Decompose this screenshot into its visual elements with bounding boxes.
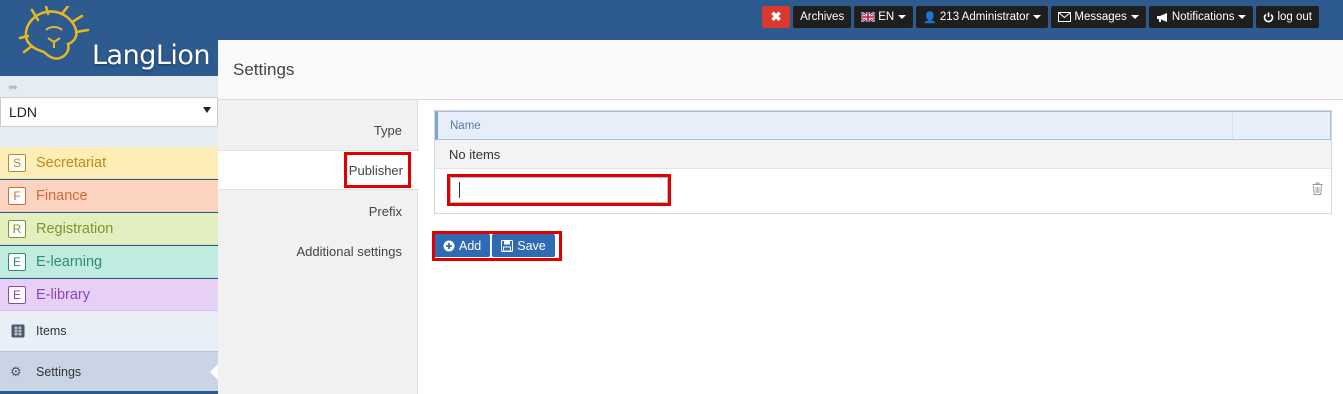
- subnav-item-type[interactable]: Type: [374, 123, 402, 138]
- settings-subnav: Type Publisher Prefix Additional setting…: [218, 100, 419, 394]
- sidebar: ⬌ LDN S Secretariat F Finance R Registra…: [0, 40, 218, 394]
- top-toolbar: ✖ Archives EN 👤 213 Administrator Message…: [762, 6, 1319, 28]
- chevron-down-icon: [203, 107, 211, 113]
- subnav-item-prefix[interactable]: Prefix: [369, 204, 402, 219]
- subnav-item-additional-settings[interactable]: Additional settings: [296, 244, 402, 259]
- archives-button[interactable]: Archives: [793, 6, 852, 28]
- chevron-down-icon: [898, 15, 907, 19]
- user-menu[interactable]: 👤 213 Administrator: [916, 6, 1049, 28]
- chevron-down-icon: [1238, 15, 1247, 19]
- publisher-table: Name No items: [434, 110, 1332, 214]
- pin-icon[interactable]: ⬌: [8, 80, 18, 94]
- module-secretariat[interactable]: S Secretariat: [0, 147, 218, 179]
- gear-icon: ⚙: [10, 363, 22, 379]
- lion-logo-icon: [18, 6, 90, 60]
- chevron-down-icon: [1130, 15, 1139, 19]
- grid-icon: [11, 324, 25, 338]
- user-icon: 👤: [923, 11, 937, 24]
- chevron-down-icon: [1033, 15, 1042, 19]
- notifications-menu[interactable]: Notifications: [1148, 6, 1254, 28]
- page-title: Settings: [233, 60, 295, 79]
- column-header-name[interactable]: Name: [450, 120, 481, 132]
- module-finance[interactable]: F Finance: [0, 180, 218, 212]
- close-icon: ✖: [770, 9, 782, 24]
- active-indicator: [210, 364, 218, 380]
- langlion-logo[interactable]: LangLion: [18, 6, 211, 71]
- sidebar-item-items[interactable]: Items: [0, 311, 218, 351]
- trash-icon[interactable]: [1312, 182, 1323, 195]
- table-row-empty: No items: [435, 140, 1331, 169]
- messages-menu[interactable]: Messages: [1051, 6, 1146, 28]
- top-bar: ✖ Archives EN 👤 213 Administrator Message…: [0, 0, 1343, 40]
- module-e-library[interactable]: E E-library: [0, 279, 218, 311]
- close-button[interactable]: ✖: [762, 6, 791, 28]
- highlight-box: [344, 152, 411, 188]
- table-row: [435, 169, 1331, 213]
- sidebar-item-settings[interactable]: ⚙ Settings: [0, 351, 218, 391]
- power-icon: [1264, 12, 1274, 22]
- module-registration[interactable]: R Registration: [0, 213, 218, 245]
- envelope-icon: [1058, 12, 1072, 22]
- language-dropdown[interactable]: EN: [854, 6, 914, 28]
- module-e-learning[interactable]: E E-learning: [0, 246, 218, 278]
- logout-button[interactable]: log out: [1256, 6, 1319, 28]
- table-header: Name: [435, 111, 1331, 140]
- logo-text: LangLion: [92, 40, 211, 71]
- highlight-box: [447, 174, 671, 206]
- highlight-box: [432, 231, 562, 261]
- main-content: Settings Type Publisher Prefix Additiona…: [218, 40, 1343, 394]
- page-header: Settings: [218, 40, 1343, 100]
- library-select[interactable]: LDN: [0, 97, 218, 127]
- bullhorn-icon: [1156, 12, 1167, 22]
- uk-flag-icon: [861, 12, 876, 22]
